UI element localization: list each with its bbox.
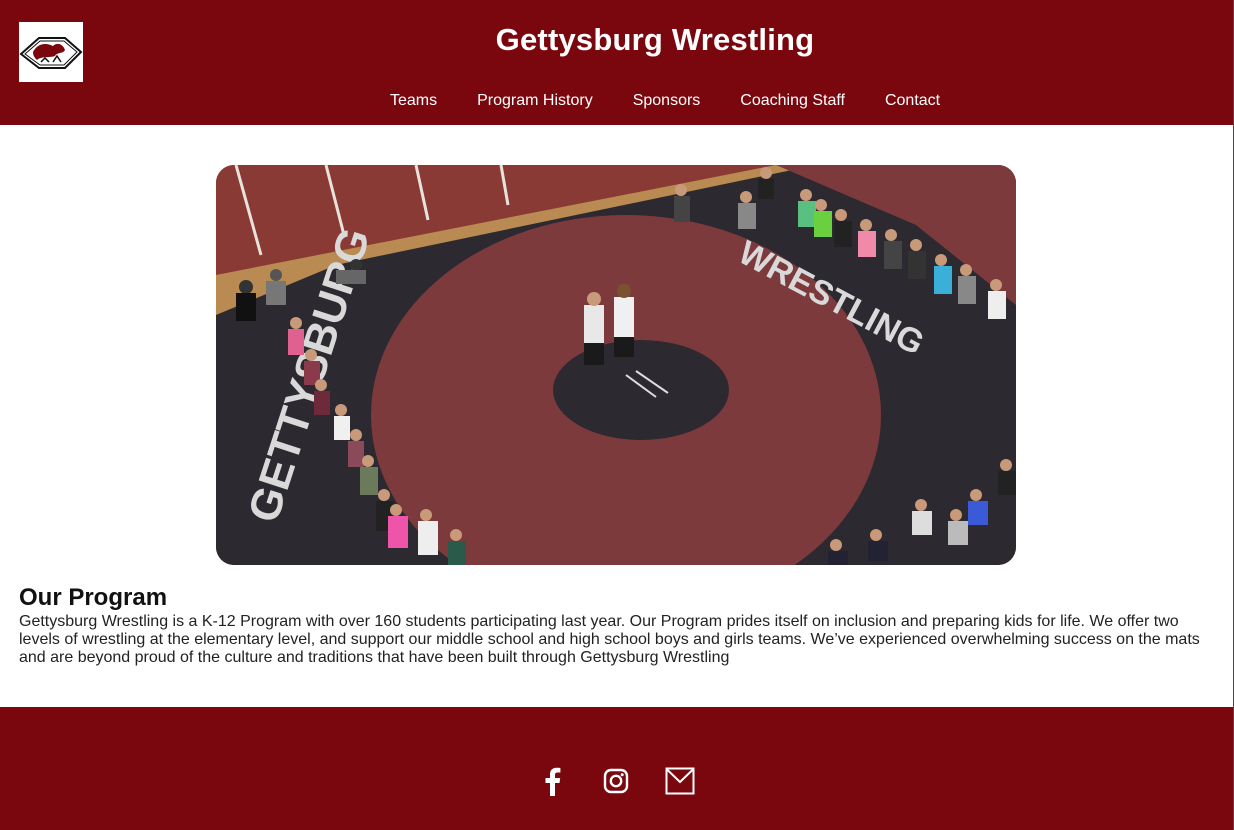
nav-item-coaching-staff[interactable]: Coaching Staff xyxy=(740,92,845,110)
instagram-link[interactable] xyxy=(598,763,634,799)
email-icon xyxy=(665,767,695,795)
site-title: Gettysburg Wrestling xyxy=(495,22,815,57)
section-title-our-program: Our Program xyxy=(19,584,168,611)
facebook-link[interactable] xyxy=(534,763,570,799)
instagram-icon xyxy=(603,768,629,794)
main-nav: Teams Program History Sponsors Coaching … xyxy=(390,92,980,110)
nav-item-program-history[interactable]: Program History xyxy=(477,92,593,110)
nav-item-sponsors[interactable]: Sponsors xyxy=(633,92,701,110)
facebook-icon xyxy=(545,767,561,796)
social-links xyxy=(534,763,726,799)
nav-item-contact[interactable]: Contact xyxy=(885,92,940,110)
site-footer xyxy=(0,707,1234,830)
site-header: Gettysburg Wrestling Teams Program Histo… xyxy=(0,0,1234,125)
program-description: Gettysburg Wrestling is a K-12 Program w… xyxy=(19,613,1200,666)
wrestling-mat-photo: GETTYSBURG WRESTLING xyxy=(216,165,1016,565)
page: Gettysburg Wrestling Teams Program Histo… xyxy=(0,0,1234,830)
hero-image: GETTYSBURG WRESTLING xyxy=(216,165,1016,565)
nav-item-teams[interactable]: Teams xyxy=(390,92,437,110)
email-link[interactable] xyxy=(662,763,698,799)
